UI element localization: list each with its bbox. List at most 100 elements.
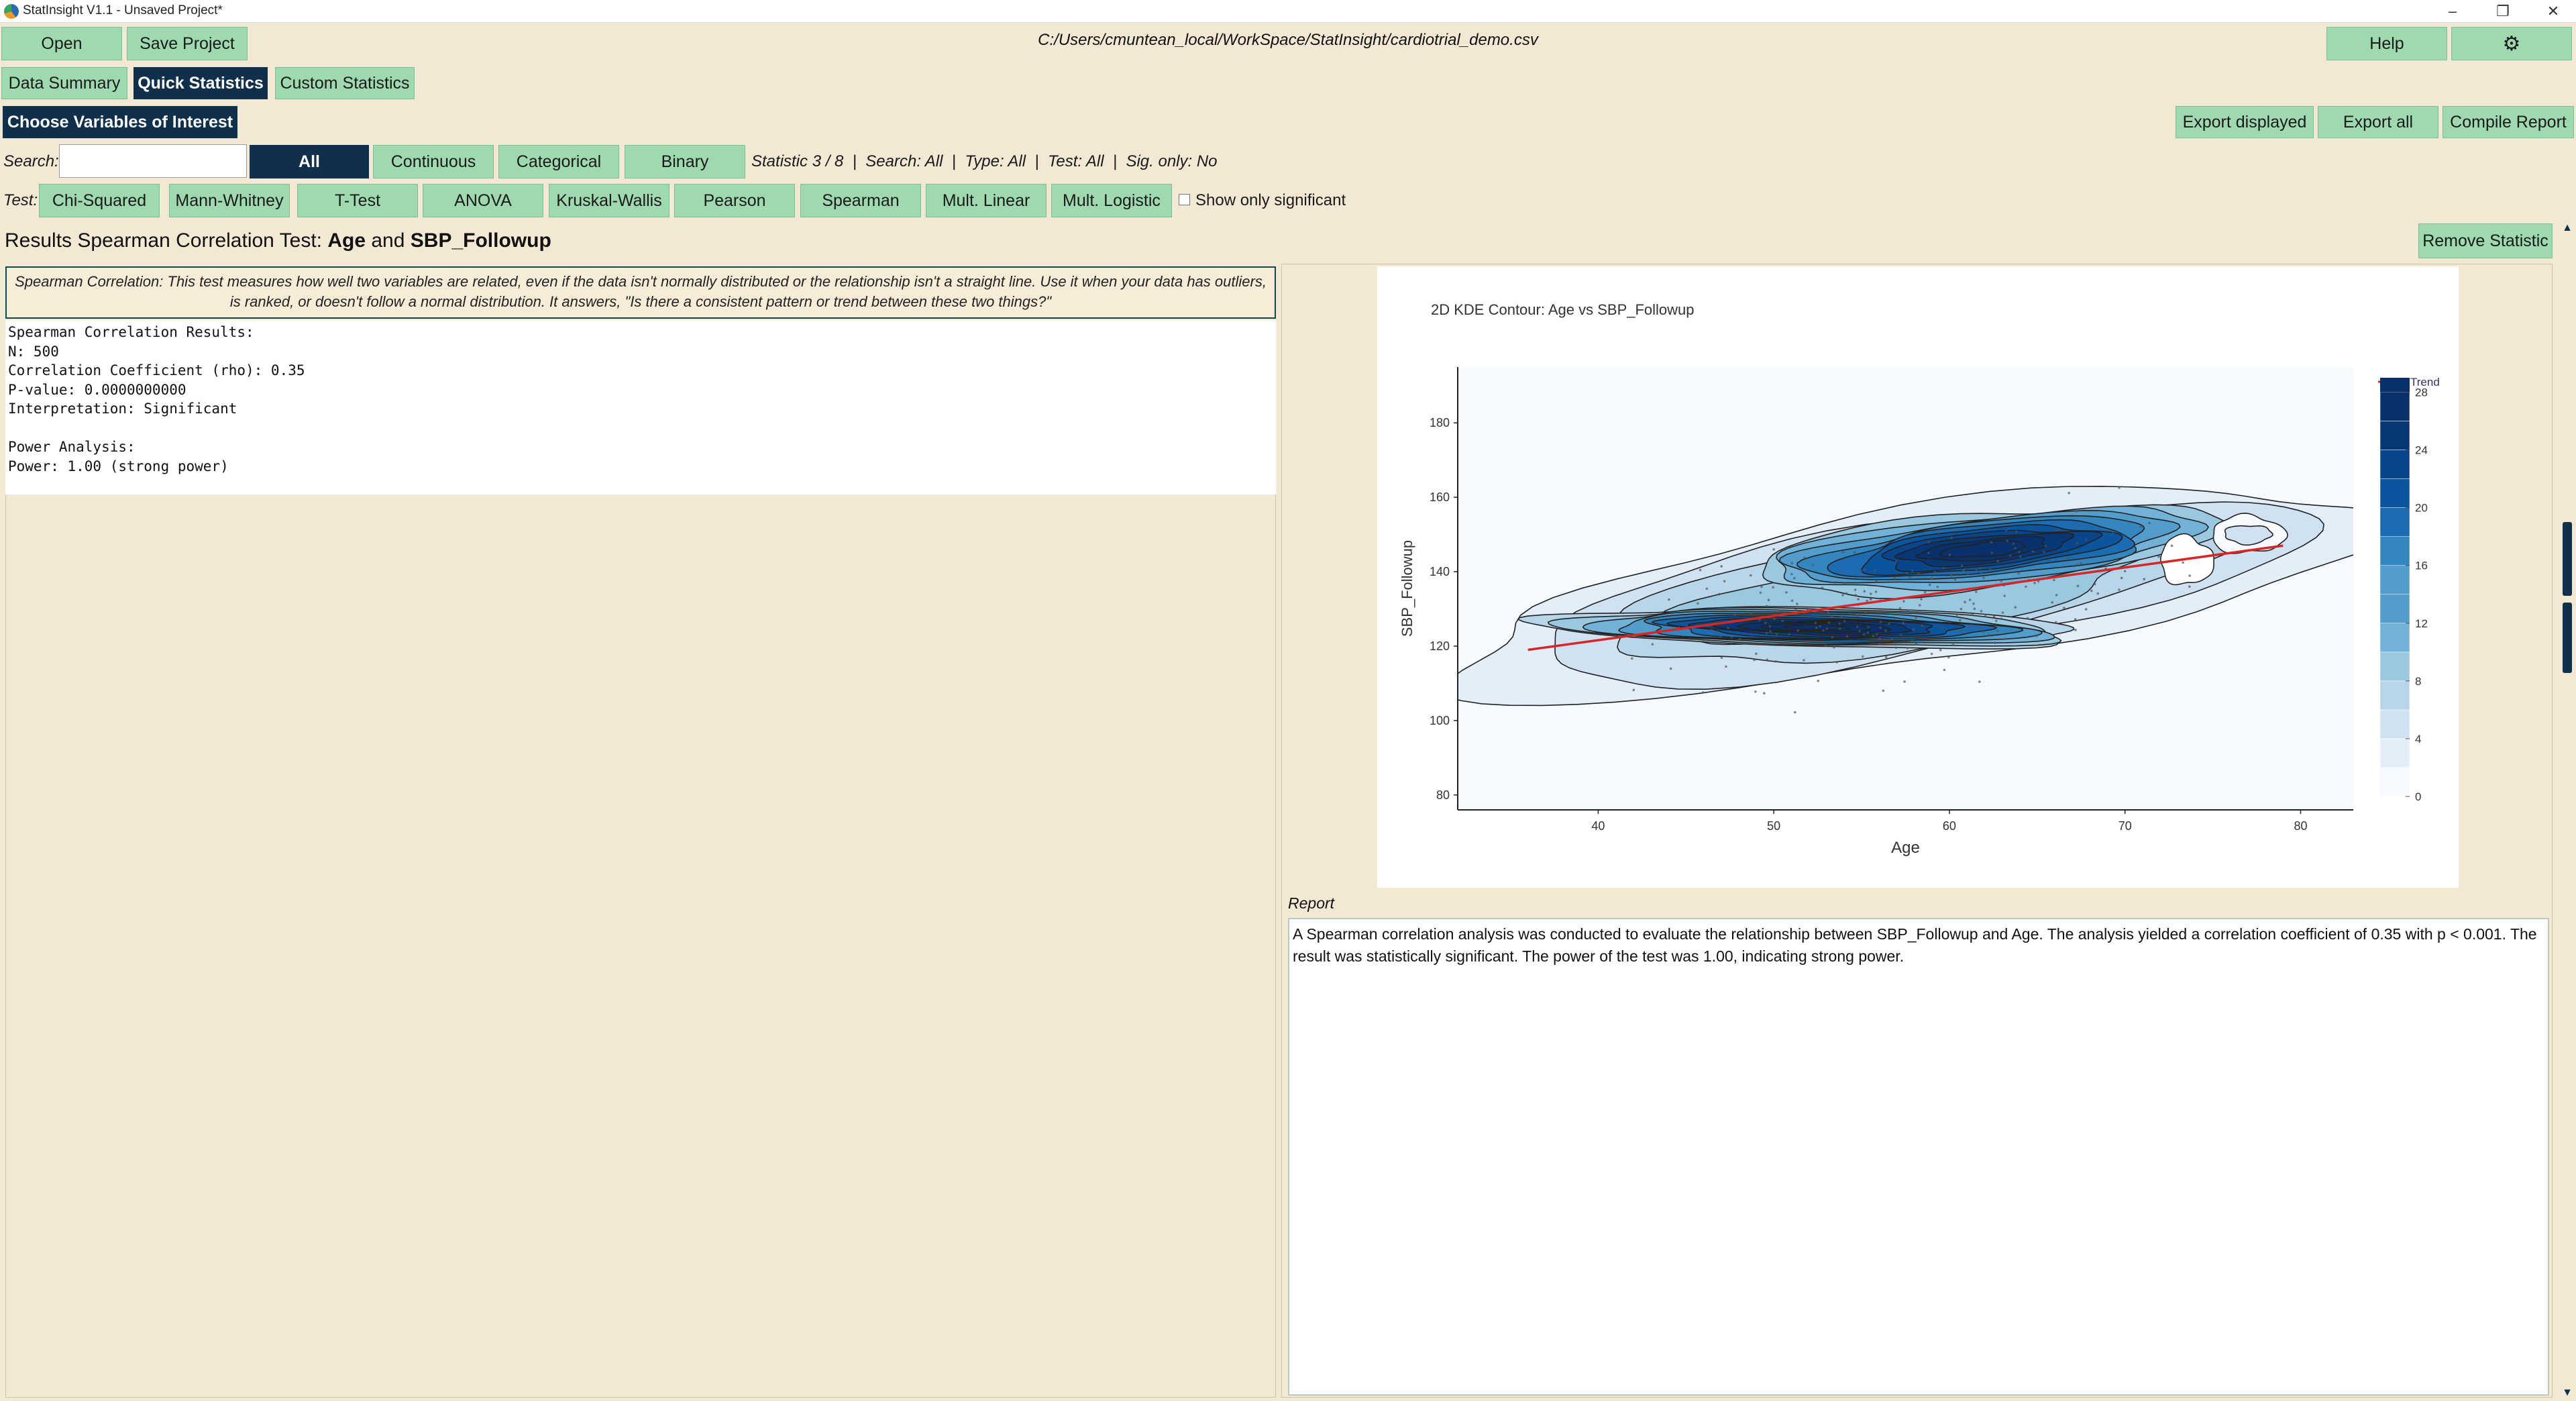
data-point — [1978, 680, 1981, 683]
help-button[interactable]: Help — [2326, 27, 2447, 60]
colorbar-segment — [2379, 652, 2410, 682]
data-point — [1843, 582, 1846, 585]
filter-categorical-button[interactable]: Categorical — [498, 145, 619, 178]
filter-all-button[interactable]: All — [250, 145, 369, 178]
data-point — [1964, 601, 1966, 603]
data-point — [1980, 610, 1983, 613]
colorbar-tick-label: 16 — [2415, 560, 2428, 572]
export-all-button[interactable]: Export all — [2318, 106, 2438, 138]
y-tick-label: 160 — [1430, 490, 1450, 504]
open-button[interactable]: Open — [1, 27, 122, 60]
data-point — [1996, 629, 1999, 633]
choose-variables-button[interactable]: Choose Variables of Interest — [3, 106, 237, 138]
compile-report-button[interactable]: Compile Report — [2443, 106, 2574, 138]
test-spearman-button[interactable]: Spearman — [800, 184, 921, 217]
data-point — [2090, 589, 2093, 592]
test-mult-linear-button[interactable]: Mult. Linear — [926, 184, 1046, 217]
data-point — [1785, 591, 1788, 594]
x-tick-label: 60 — [1943, 819, 1956, 833]
colorbar-segment — [2379, 536, 2410, 566]
minimize-icon[interactable]: – — [2431, 0, 2474, 23]
data-point — [1772, 548, 1775, 551]
data-point — [1942, 567, 1945, 570]
test-mann-whitney-button[interactable]: Mann-Whitney — [169, 184, 290, 217]
data-point — [2018, 550, 2021, 554]
data-point — [1929, 583, 1931, 586]
data-point — [1955, 615, 1958, 618]
scroll-down-icon[interactable]: ▼ — [2560, 1388, 2575, 1398]
maximize-icon[interactable]: ❐ — [2481, 0, 2524, 23]
data-point — [1827, 621, 1831, 624]
scroll-thumb[interactable] — [2563, 522, 2572, 596]
data-point — [2053, 578, 2055, 582]
data-point — [1845, 635, 1849, 638]
show-significant-checkbox[interactable] — [1179, 194, 1190, 205]
test-t-test-button[interactable]: T-Test — [297, 184, 418, 217]
test-anova-button[interactable]: ANOVA — [423, 184, 543, 217]
settings-gear-icon[interactable]: ⚙ — [2451, 27, 2572, 60]
data-point — [2066, 556, 2070, 560]
data-point — [1774, 660, 1777, 663]
data-point — [1996, 560, 1999, 562]
data-point — [1982, 630, 1985, 633]
colorbar-tick-label: 0 — [2415, 790, 2421, 803]
data-point — [1987, 633, 1990, 636]
data-point — [1840, 616, 1843, 619]
data-point — [1975, 569, 1978, 572]
data-point — [1765, 631, 1768, 635]
data-point — [1857, 598, 1860, 601]
data-point — [1953, 578, 1957, 581]
close-icon[interactable]: ✕ — [2532, 0, 2575, 23]
data-point — [2000, 617, 2003, 620]
data-point — [1720, 565, 1723, 568]
data-point — [1860, 613, 1862, 616]
export-displayed-button[interactable]: Export displayed — [2176, 106, 2314, 138]
data-point — [1754, 690, 1757, 693]
data-point — [1830, 615, 1833, 617]
data-point — [1729, 641, 1733, 644]
data-point — [1788, 633, 1790, 635]
data-point — [1906, 572, 1909, 574]
filter-binary-button[interactable]: Binary — [625, 145, 745, 178]
data-point — [1973, 607, 1976, 610]
save-project-button[interactable]: Save Project — [127, 27, 248, 60]
tab-data-summary[interactable]: Data Summary — [1, 67, 127, 99]
remove-statistic-button[interactable]: Remove Statistic — [2418, 223, 2553, 258]
filter-continuous-button[interactable]: Continuous — [373, 145, 494, 178]
data-point — [2188, 574, 2191, 577]
scrollbar[interactable] — [2557, 221, 2576, 1400]
data-point — [1841, 550, 1845, 554]
search-input[interactable] — [59, 144, 247, 178]
results-title: Results Spearman Correlation Test: Age a… — [5, 229, 551, 252]
data-point — [1898, 607, 1902, 610]
data-point — [1884, 656, 1888, 659]
data-point — [1960, 564, 1964, 567]
report-text[interactable]: A Spearman correlation analysis was cond… — [1288, 918, 2549, 1396]
data-point — [2112, 510, 2114, 513]
data-point — [2043, 551, 2045, 554]
data-point — [1738, 637, 1741, 641]
scroll-thumb-secondary[interactable] — [2563, 603, 2572, 673]
colorbar-segment — [2379, 767, 2410, 797]
tab-custom-statistics[interactable]: Custom Statistics — [275, 67, 415, 99]
test-pearson-button[interactable]: Pearson — [674, 184, 795, 217]
data-point — [1803, 659, 1805, 662]
legend-trend-label: Trend — [2410, 376, 2440, 388]
test-chi-squared-button[interactable]: Chi-Squared — [39, 184, 160, 217]
scroll-up-icon[interactable]: ▲ — [2560, 223, 2575, 234]
test-kruskal-wallis-button[interactable]: Kruskal-Wallis — [549, 184, 669, 217]
data-point — [1982, 576, 1985, 579]
data-point — [2080, 562, 2082, 564]
test-mult-logistic-button[interactable]: Mult. Logistic — [1051, 184, 1172, 217]
y-axis-label: SBP_Followup — [1399, 540, 1415, 637]
colorbar-tick-label: 24 — [2415, 444, 2428, 457]
data-point — [1856, 615, 1859, 617]
data-point — [1882, 689, 1885, 692]
colorbar-segment — [2379, 565, 2410, 595]
data-point — [1794, 711, 1796, 714]
data-point — [2118, 588, 2121, 591]
data-point — [1870, 592, 1872, 595]
data-point — [1921, 624, 1924, 627]
tab-quick-statistics[interactable]: Quick Statistics — [133, 67, 268, 99]
data-point — [2004, 529, 2008, 532]
